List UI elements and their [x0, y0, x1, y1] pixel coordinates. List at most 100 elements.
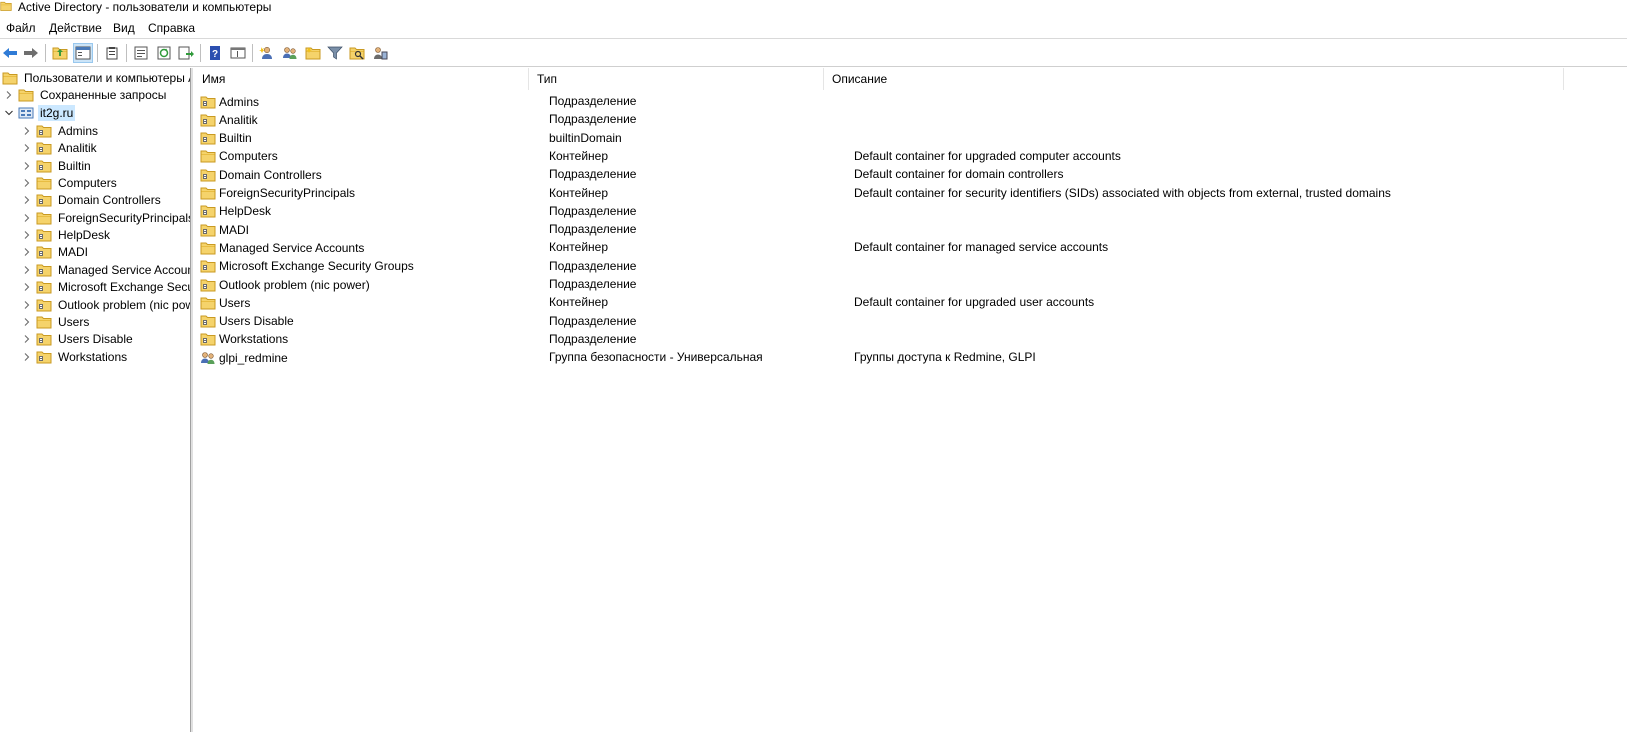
- table-row[interactable]: Users Disable Подразделение: [194, 312, 1627, 331]
- chevron-right-icon[interactable]: [22, 265, 32, 275]
- column-header-name[interactable]: Имя: [194, 68, 529, 90]
- show-tree-button[interactable]: [73, 43, 93, 63]
- tree-item[interactable]: Users: [22, 313, 91, 331]
- ou-icon: [200, 223, 216, 237]
- chevron-right-icon[interactable]: [22, 178, 32, 188]
- up-folder-button[interactable]: [50, 43, 70, 63]
- new-group-icon: [282, 46, 298, 60]
- menu-view[interactable]: Вид: [113, 20, 135, 36]
- folder-icon: [200, 296, 216, 310]
- cell-name: glpi_redmine: [200, 348, 288, 367]
- cell-type: Подразделение: [549, 222, 637, 237]
- find-button[interactable]: [347, 43, 367, 63]
- tree-item[interactable]: Microsoft Exchange Security Groups: [22, 278, 190, 296]
- tree-item[interactable]: Computers: [22, 174, 119, 192]
- cell-name-text: MADI: [219, 222, 249, 237]
- tree-item[interactable]: MADI: [22, 243, 90, 261]
- cell-type: Подразделение: [549, 313, 637, 328]
- cell-name: Outlook problem (nic power): [200, 275, 370, 294]
- cell-type: Подразделение: [549, 167, 637, 182]
- new-ou-button[interactable]: [303, 43, 323, 63]
- ou-icon: [36, 298, 52, 312]
- cell-name: Managed Service Accounts: [200, 238, 364, 257]
- chevron-right-icon[interactable]: [22, 126, 32, 136]
- back-button[interactable]: [0, 43, 20, 63]
- table-row[interactable]: Managed Service Accounts Контейнер Default…: [194, 238, 1627, 257]
- help-button[interactable]: ?: [205, 43, 225, 63]
- chevron-right-icon[interactable]: [4, 90, 14, 100]
- filter-icon: [327, 46, 343, 60]
- tree-item[interactable]: Managed Service Accounts: [22, 261, 190, 279]
- column-header-description[interactable]: Описание: [824, 68, 1564, 90]
- menu-file[interactable]: Файл: [6, 20, 36, 36]
- console-tree: Пользователи и компьютеры A Сохраненные …: [0, 68, 190, 732]
- console-button[interactable]: [228, 43, 248, 63]
- chevron-right-icon[interactable]: [22, 247, 32, 257]
- table-row[interactable]: Users Контейнер Default container for upgr…: [194, 293, 1627, 312]
- new-group-button[interactable]: [280, 43, 300, 63]
- chevron-right-icon[interactable]: [22, 143, 32, 153]
- chevron-right-icon[interactable]: [22, 317, 32, 327]
- toolbar-separator: [97, 44, 98, 62]
- pane-splitter[interactable]: [190, 68, 193, 732]
- tree-item-label: Users Disable: [58, 332, 133, 347]
- tree-item[interactable]: Workstations: [22, 348, 129, 366]
- cell-name: Users Disable: [200, 312, 294, 331]
- tree-root[interactable]: Пользователи и компьютеры A: [2, 69, 190, 87]
- new-user-button[interactable]: [257, 43, 277, 63]
- cell-type: Подразделение: [549, 258, 637, 273]
- ou-icon: [200, 204, 216, 218]
- menu-action[interactable]: Действие: [49, 20, 102, 36]
- table-row[interactable]: Analitik Подразделение: [194, 110, 1627, 129]
- export-list-button[interactable]: [176, 43, 196, 63]
- filter-button[interactable]: [325, 43, 345, 63]
- tree-item[interactable]: Users Disable: [22, 330, 135, 348]
- chevron-right-icon[interactable]: [22, 300, 32, 310]
- chevron-right-icon[interactable]: [22, 282, 32, 292]
- table-row[interactable]: Admins Подразделение: [194, 92, 1627, 111]
- properties-button[interactable]: [131, 43, 151, 63]
- table-row[interactable]: glpi_redmine Группа безопасности - Универ…: [194, 348, 1627, 367]
- chevron-down-icon[interactable]: [4, 108, 14, 118]
- table-row[interactable]: Computers Контейнер Default container for …: [194, 147, 1627, 166]
- ou-icon: [36, 245, 52, 259]
- table-row[interactable]: HelpDesk Подразделение: [194, 202, 1627, 221]
- tree-item[interactable]: Builtin: [22, 157, 93, 175]
- chevron-right-icon[interactable]: [22, 213, 32, 223]
- tree-item[interactable]: HelpDesk: [22, 226, 112, 244]
- tree-item[interactable]: Outlook problem (nic power): [22, 296, 190, 314]
- table-row[interactable]: Microsoft Exchange Security Groups Подраз…: [194, 257, 1627, 276]
- chevron-right-icon[interactable]: [22, 161, 32, 171]
- forward-button[interactable]: [21, 43, 41, 63]
- tree-item[interactable]: ForeignSecurityPrincipals: [22, 209, 190, 227]
- tree-item-label: Outlook problem (nic power): [58, 297, 190, 312]
- cell-type: Контейнер: [549, 240, 609, 255]
- clipboard-button[interactable]: [102, 43, 122, 63]
- delegate-button[interactable]: [370, 43, 390, 63]
- chevron-right-icon[interactable]: [22, 334, 32, 344]
- tree-item[interactable]: Admins: [22, 122, 100, 140]
- chevron-right-icon[interactable]: [22, 230, 32, 240]
- table-row[interactable]: ForeignSecurityPrincipals Контейнер Defaul…: [194, 184, 1627, 203]
- tree-item-label: ForeignSecurityPrincipals: [58, 210, 190, 225]
- tree-item-domain[interactable]: it2g.ru: [4, 104, 76, 122]
- table-row[interactable]: Workstations Подразделение: [194, 330, 1627, 349]
- table-row[interactable]: MADI Подразделение: [194, 220, 1627, 239]
- tree-item[interactable]: Domain Controllers: [22, 191, 163, 209]
- table-row[interactable]: Domain Controllers Подразделение Default c…: [194, 165, 1627, 184]
- chevron-right-icon[interactable]: [22, 195, 32, 205]
- chevron-right-icon[interactable]: [22, 352, 32, 362]
- menu-help[interactable]: Справка: [148, 20, 195, 36]
- cell-name: Admins: [200, 92, 259, 111]
- tree-item-saved-queries[interactable]: Сохраненные запросы: [4, 86, 168, 104]
- refresh-button[interactable]: [154, 43, 174, 63]
- tree-item[interactable]: Analitik: [22, 139, 99, 157]
- ou-icon: [36, 141, 52, 155]
- table-row[interactable]: Outlook problem (nic power) Подразделение: [194, 275, 1627, 294]
- table-row[interactable]: Builtin builtinDomain: [194, 129, 1627, 148]
- cell-name-text: Users Disable: [219, 314, 294, 329]
- column-header-type[interactable]: Тип: [529, 68, 824, 90]
- ou-icon: [200, 332, 216, 346]
- help-icon: ?: [210, 46, 220, 60]
- back-icon: [3, 48, 17, 58]
